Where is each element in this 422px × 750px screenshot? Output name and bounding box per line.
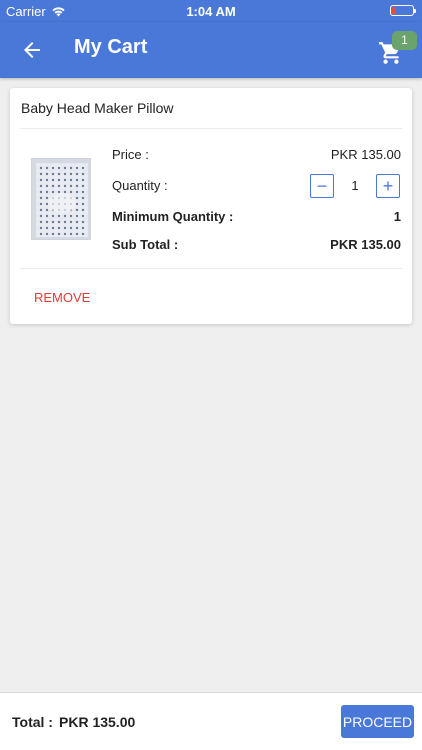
checkout-bar: Total : PKR 135.00 PROCEED bbox=[0, 692, 422, 750]
proceed-button[interactable]: PROCEED bbox=[341, 705, 414, 738]
subtotal-value: PKR 135.00 bbox=[330, 237, 401, 252]
quantity-value: 1 bbox=[351, 178, 359, 193]
quantity-label: Quantity : bbox=[112, 178, 168, 193]
plus-icon: + bbox=[382, 176, 394, 196]
divider bbox=[20, 128, 402, 129]
minus-icon: − bbox=[316, 176, 328, 196]
status-bar: Carrier 1:04 AM bbox=[0, 0, 422, 22]
battery-icon bbox=[390, 5, 416, 16]
product-image bbox=[31, 158, 91, 240]
divider bbox=[20, 268, 402, 269]
total-label: Total : bbox=[12, 714, 53, 730]
increment-button[interactable]: + bbox=[376, 174, 400, 198]
decrement-button[interactable]: − bbox=[310, 174, 334, 198]
product-name: Baby Head Maker Pillow bbox=[21, 100, 174, 116]
subtotal-label: Sub Total : bbox=[112, 237, 179, 252]
back-button[interactable] bbox=[20, 38, 44, 62]
nav-bar: My Cart 1 bbox=[0, 22, 422, 78]
cart-count-badge: 1 bbox=[392, 31, 417, 50]
total-value: PKR 135.00 bbox=[59, 714, 136, 730]
page-title: My Cart bbox=[74, 36, 148, 58]
arrow-left-icon bbox=[24, 42, 40, 58]
pillow-image bbox=[32, 159, 90, 239]
status-time: 1:04 AM bbox=[186, 4, 236, 19]
min-quantity-value: 1 bbox=[393, 209, 401, 224]
price-value: PKR 135.00 bbox=[330, 147, 401, 162]
min-quantity-label: Minimum Quantity : bbox=[112, 209, 234, 224]
price-label: Price : bbox=[112, 147, 149, 162]
cart-item-card: Baby Head Maker Pillow Price : PKR 135.0… bbox=[10, 88, 412, 324]
remove-button[interactable]: REMOVE bbox=[34, 290, 90, 305]
